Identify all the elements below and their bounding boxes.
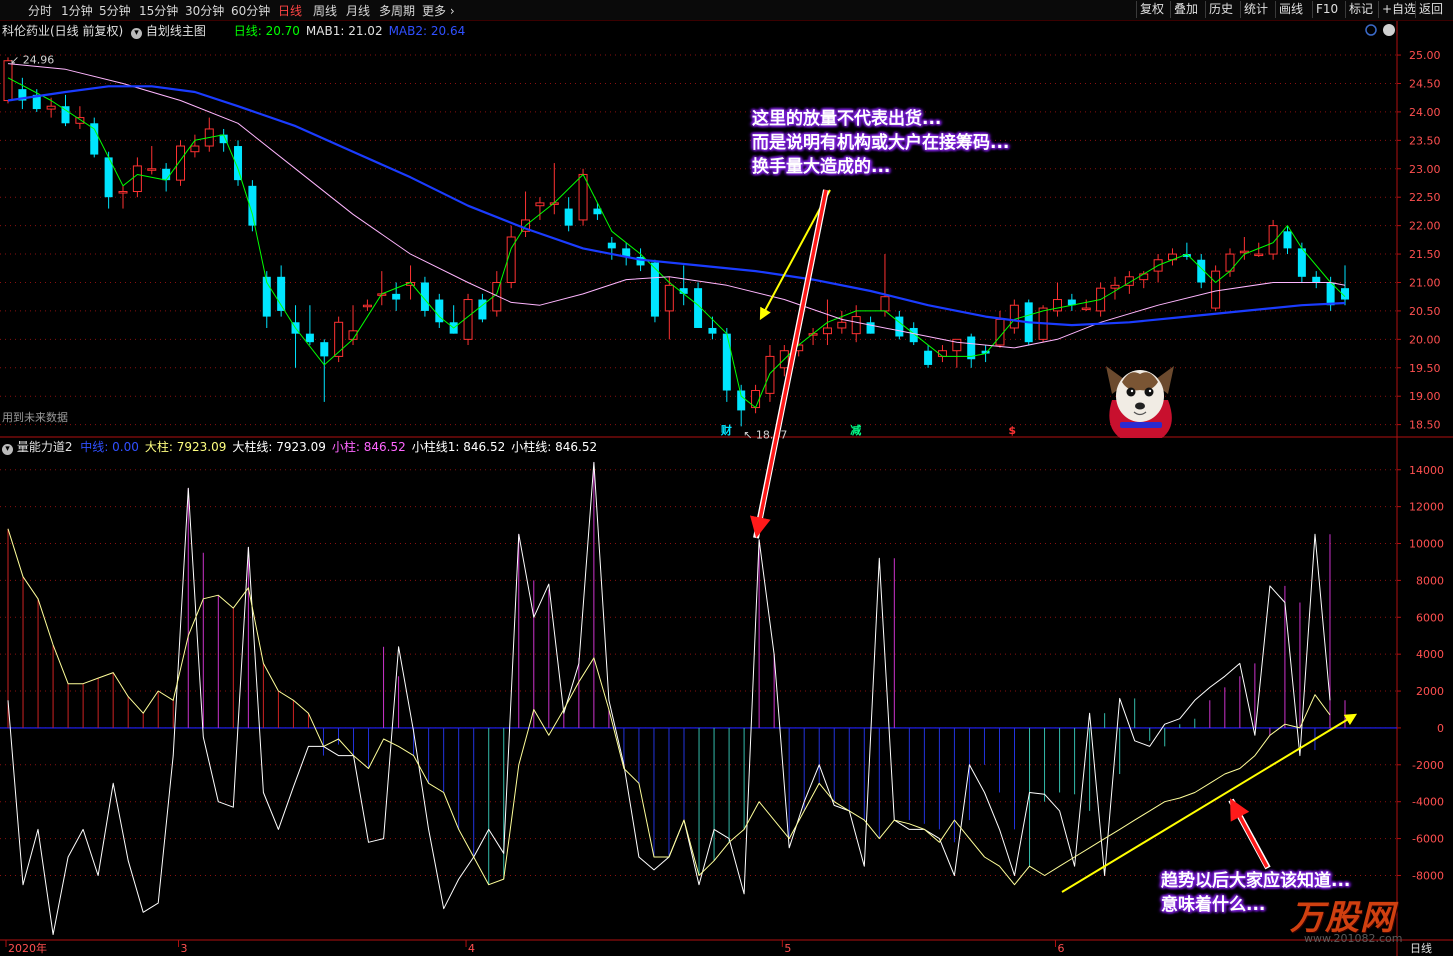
candle-body-down bbox=[607, 242, 616, 249]
candle-body-down bbox=[320, 342, 329, 357]
candle-body-down bbox=[924, 350, 933, 365]
sub-tick-label: -8000 bbox=[1412, 869, 1444, 882]
period-badge: 日线 bbox=[1410, 941, 1432, 955]
candle-body-up bbox=[1081, 307, 1091, 311]
watermark-url: www.201082.com bbox=[1304, 932, 1403, 945]
candle-body-up bbox=[1009, 304, 1019, 329]
candle-body-up bbox=[851, 316, 861, 335]
stock-chart[interactable]: 25.00 24.50 24.00 23.50 23.00 22.50 22.00 21.50… bbox=[0, 0, 1453, 956]
candle-body-up bbox=[664, 284, 674, 312]
time-tick-label: 4 bbox=[468, 942, 475, 955]
candle-body-up bbox=[75, 117, 85, 124]
candle-body-down bbox=[162, 168, 171, 181]
event-marker: 减 bbox=[850, 423, 861, 437]
panel-settings-icon bbox=[1383, 24, 1395, 36]
ma-line-2 bbox=[7, 85, 1346, 327]
candle-body-down bbox=[1297, 248, 1306, 277]
candle-body-down bbox=[564, 208, 573, 226]
candle-body-down bbox=[392, 293, 401, 300]
price-tick-label: 21.00 bbox=[1409, 276, 1441, 289]
annotation-top: 这里的放量不代表出货... 而是说明有机构或大户在接筹码... 换手量大造成的.… bbox=[752, 107, 1009, 179]
price-tick-label: 22.50 bbox=[1409, 191, 1441, 204]
time-tick-label: 3 bbox=[181, 942, 188, 955]
indicator-line-0 bbox=[7, 461, 1331, 935]
trend-arrow-yellow bbox=[1061, 713, 1358, 893]
candle-body-up bbox=[1211, 270, 1221, 309]
candle-body-up bbox=[1139, 273, 1149, 281]
ma-line-1 bbox=[7, 63, 1346, 349]
candle-body-up bbox=[880, 296, 890, 312]
candle-body-up bbox=[822, 327, 832, 335]
price-tick-label: 22.00 bbox=[1409, 220, 1441, 233]
candle-body-up bbox=[1254, 253, 1264, 257]
sub-tick-label: -4000 bbox=[1412, 796, 1444, 809]
candle-body-down bbox=[708, 327, 717, 334]
price-tick-label: 23.50 bbox=[1409, 134, 1441, 147]
candle-body-down bbox=[866, 322, 875, 334]
price-tick-label: 21.50 bbox=[1409, 248, 1441, 261]
price-tick-label: 25.00 bbox=[1409, 49, 1441, 62]
candle-body-down bbox=[61, 106, 70, 124]
event-marker: $ bbox=[1008, 424, 1016, 437]
annotation-top-line-3: 换手量大造成的... bbox=[752, 157, 891, 177]
sub-tick-label: 10000 bbox=[1409, 538, 1444, 551]
candle-body-down bbox=[737, 390, 746, 411]
price-tick-label: 23.00 bbox=[1409, 163, 1441, 176]
time-tick-label: 5 bbox=[784, 942, 791, 955]
sub-tick-label: 6000 bbox=[1416, 611, 1444, 624]
candle-body-down bbox=[722, 333, 731, 391]
candle-body-up bbox=[46, 105, 56, 110]
candle-body-up bbox=[147, 168, 157, 171]
annotation-top-line-1: 这里的放量不代表出货... bbox=[752, 109, 942, 129]
future-data-hint: 用到未来数据 bbox=[2, 411, 68, 424]
candle-body-down bbox=[1312, 276, 1321, 283]
annotation-arrow-red-2 bbox=[1230, 798, 1269, 868]
sub-tick-label: 14000 bbox=[1409, 464, 1444, 477]
dog-sticker-icon bbox=[1106, 366, 1174, 438]
price-tick-label: 24.50 bbox=[1409, 77, 1441, 90]
candle-body-up bbox=[765, 355, 775, 394]
price-tick-label: 24.00 bbox=[1409, 106, 1441, 119]
candle-body-up bbox=[463, 299, 473, 340]
event-marker: 财 bbox=[720, 423, 732, 437]
high-price-label: ↙ 24.96 bbox=[10, 53, 54, 66]
candle-body-up bbox=[578, 173, 588, 221]
candle-body-up bbox=[362, 304, 372, 308]
candle-body-down bbox=[90, 123, 99, 155]
candle-body-up bbox=[1110, 284, 1120, 289]
candle-body-down bbox=[1283, 231, 1292, 249]
candle-body-up bbox=[995, 318, 1005, 346]
candle-body-up bbox=[132, 165, 142, 193]
candle-body-up bbox=[535, 202, 545, 207]
price-tick-label: 20.50 bbox=[1409, 305, 1441, 318]
candle-body-up bbox=[190, 145, 200, 153]
annotation-top-line-2: 而是说明有机构或大户在接筹码... bbox=[752, 133, 1010, 153]
candle-body-up bbox=[837, 321, 847, 329]
candle-body-up bbox=[118, 191, 128, 194]
candle-body-up bbox=[3, 60, 13, 102]
price-tick-label: 20.00 bbox=[1409, 333, 1441, 346]
candle-body-up bbox=[1052, 299, 1062, 312]
candle-body-up bbox=[334, 321, 344, 357]
sub-tick-label: 4000 bbox=[1416, 648, 1444, 661]
time-tick-label: 6 bbox=[1057, 942, 1064, 955]
candle-body-up bbox=[952, 338, 962, 352]
price-tick-label: 19.00 bbox=[1409, 390, 1441, 403]
sub-tick-label: 8000 bbox=[1416, 574, 1444, 587]
sub-tick-label: 0 bbox=[1437, 722, 1444, 735]
sub-tick-label: 12000 bbox=[1409, 501, 1444, 514]
price-tick-label: 18.50 bbox=[1409, 419, 1441, 432]
time-tick-label: 2020年 bbox=[8, 941, 47, 955]
price-tick-label: 19.50 bbox=[1409, 362, 1441, 375]
panel-view-icon bbox=[1365, 24, 1377, 36]
sub-tick-label: -6000 bbox=[1412, 833, 1444, 846]
sub-tick-label: -2000 bbox=[1412, 759, 1444, 772]
sub-tick-label: 2000 bbox=[1416, 685, 1444, 698]
ma-line-0 bbox=[7, 77, 1346, 409]
low-price-label: ↖ 18.47 bbox=[743, 428, 787, 441]
candle-body-up bbox=[176, 145, 186, 181]
candle-body-down bbox=[909, 327, 918, 343]
candle-body-down bbox=[305, 333, 314, 343]
